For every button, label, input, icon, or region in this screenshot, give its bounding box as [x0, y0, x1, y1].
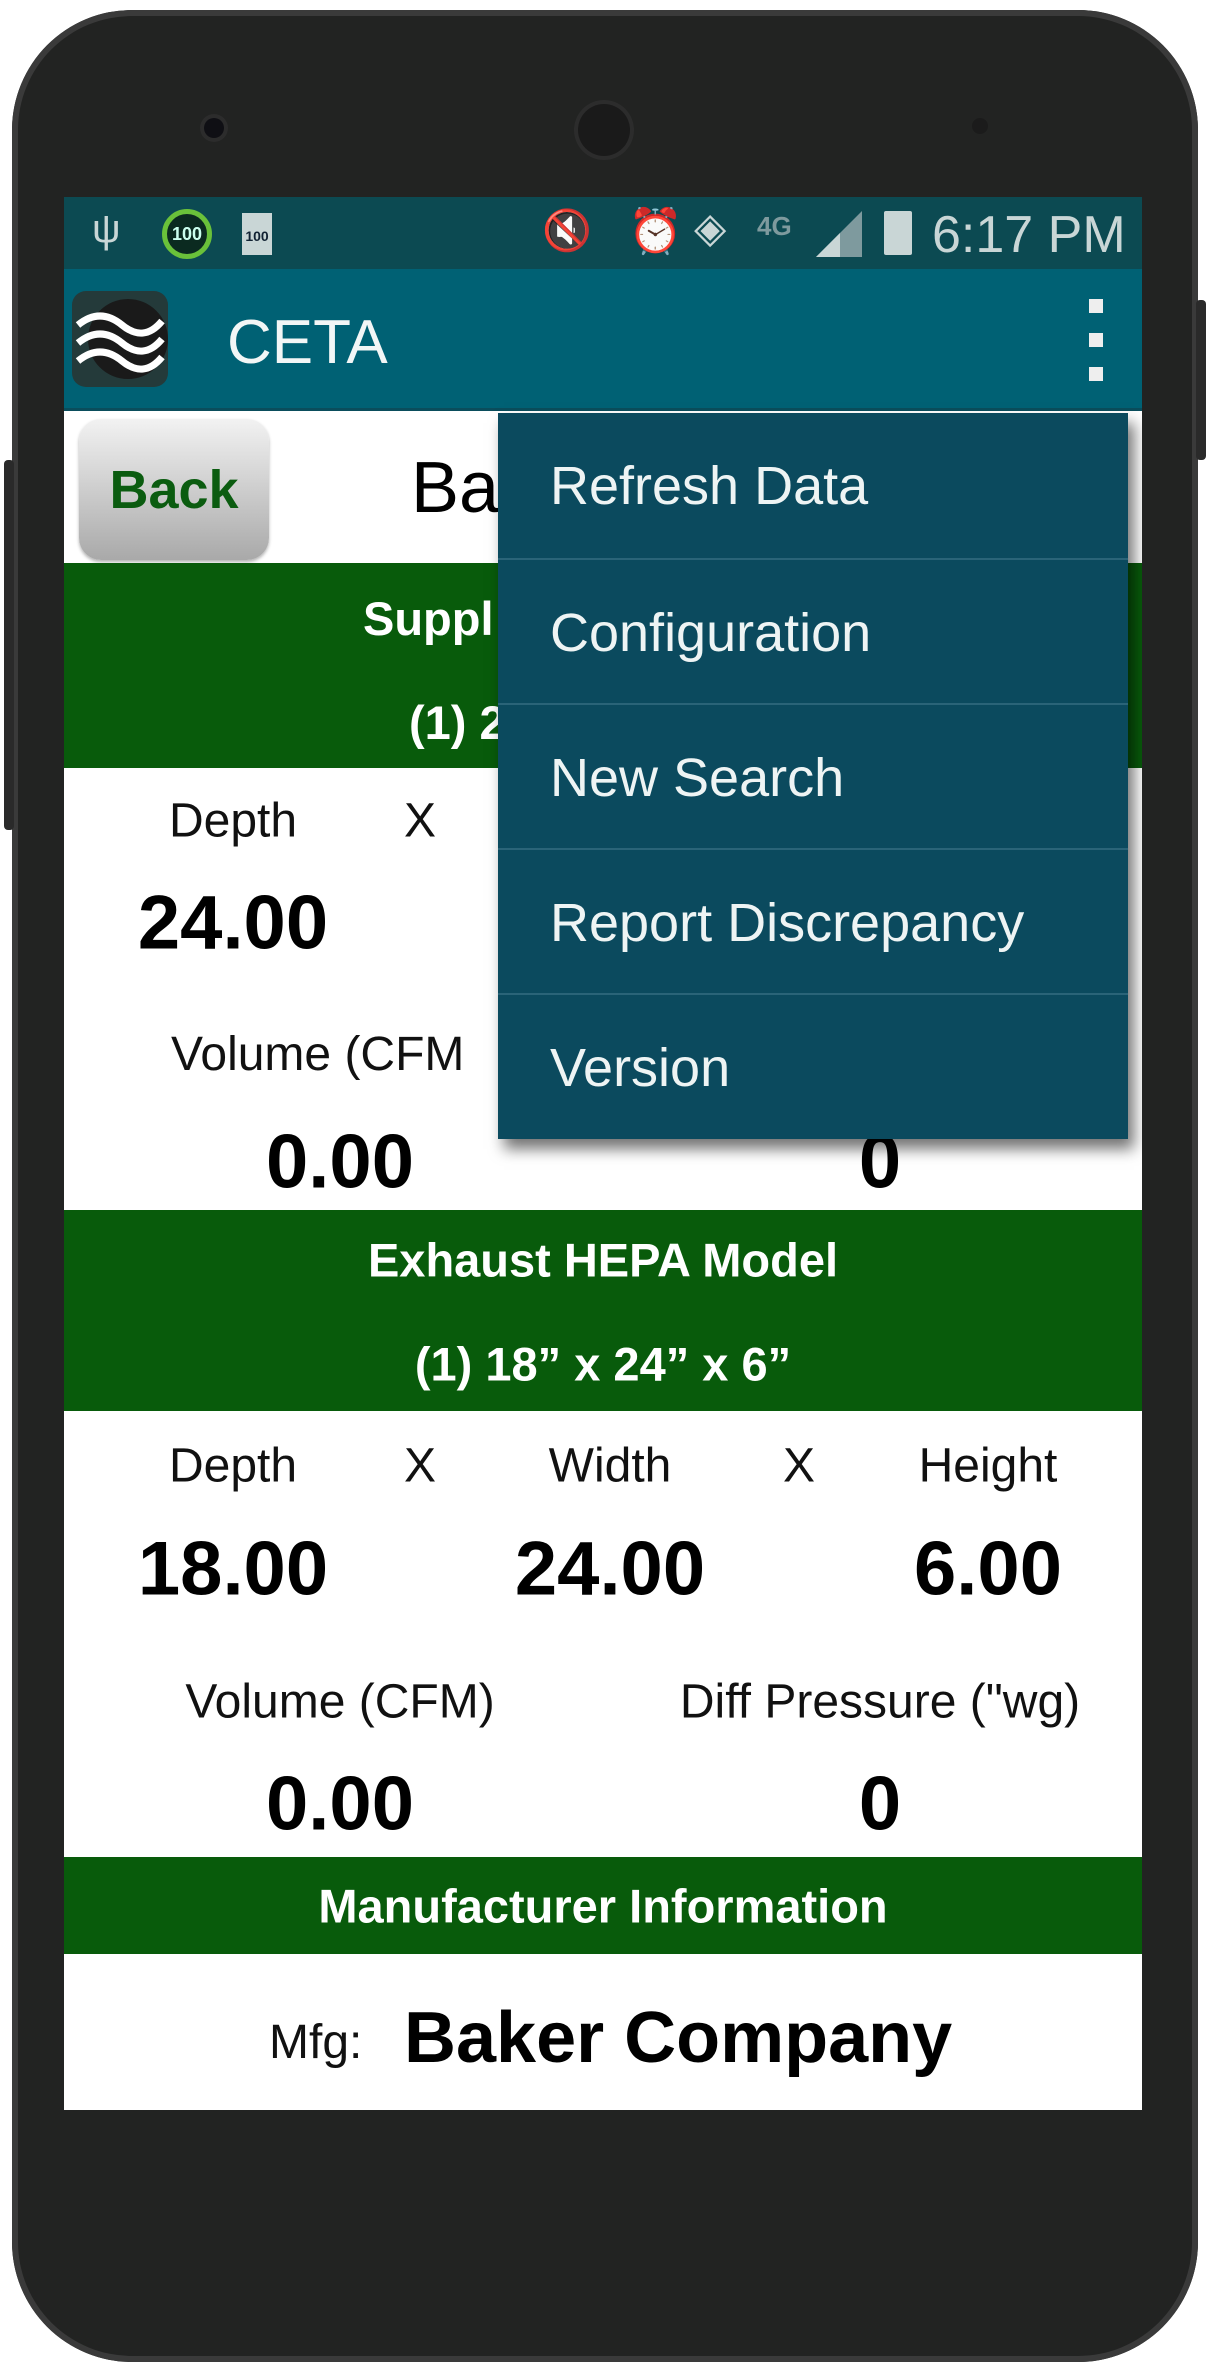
exhaust-x-separator: X — [403, 1439, 437, 1493]
alarm-icon: ⏰ — [628, 207, 683, 256]
menu-item-version[interactable]: Version — [498, 993, 1128, 1140]
battery-widget-icon: 100 — [242, 213, 272, 255]
supply-volume-value: 0.00 — [266, 1119, 414, 1205]
mfg-value: Baker Company — [404, 1998, 953, 2078]
menu-item-label: Configuration — [550, 602, 872, 663]
app-logo — [72, 291, 168, 387]
battery-saver-icon: 100 — [162, 209, 212, 259]
supply-depth-value: 24.00 — [137, 880, 329, 966]
battery-icon — [884, 211, 912, 255]
waves-logo-icon — [75, 299, 168, 379]
usb-icon: ψ — [92, 207, 121, 251]
front-camera — [204, 118, 224, 138]
menu-item-report-discrepancy[interactable]: Report Discrepancy — [498, 848, 1128, 995]
exhaust-x-separator: X — [782, 1439, 816, 1493]
supply-x-separator: X — [403, 794, 437, 848]
menu-item-label: Report Discrepancy — [550, 892, 1025, 953]
menu-item-label: Refresh Data — [550, 455, 869, 516]
back-button[interactable]: Back — [79, 419, 269, 560]
menu-item-configuration[interactable]: Configuration — [498, 558, 1128, 705]
supply-title: Suppl — [363, 592, 494, 645]
network-4g-icon: 4G — [757, 211, 792, 241]
exhaust-width-value: 24.00 — [514, 1526, 706, 1612]
exhaust-depth-label: Depth — [168, 1439, 298, 1493]
exhaust-height-value: 6.00 — [914, 1526, 1062, 1612]
supply-volume-label: Volume (CFM — [171, 1028, 465, 1081]
supply-depth-label: Depth — [168, 794, 298, 848]
screen: ψ 100 100 🔇 ⏰ ◈ 4G 6:17 PM CETA Back Ba … — [64, 197, 1142, 2110]
exhaust-height-label: Height — [918, 1439, 1058, 1493]
exhaust-volume-label: Volume (CFM) — [185, 1675, 495, 1729]
menu-item-new-search[interactable]: New Search — [498, 703, 1128, 850]
exhaust-title: Exhaust HEPA Model — [367, 1233, 839, 1287]
wifi-icon: ◈ — [694, 204, 727, 251]
signal-icon — [816, 211, 862, 257]
exhaust-pressure-value: 0 — [858, 1761, 902, 1847]
page-title: Ba — [411, 448, 500, 528]
app-bar: CETA — [64, 269, 1142, 411]
exhaust-section-header: Exhaust HEPA Model (1) 18” x 24” x 6” — [64, 1210, 1142, 1411]
more-vertical-icon[interactable] — [1084, 299, 1108, 383]
manufacturer-section-header: Manufacturer Information — [64, 1857, 1142, 1954]
exhaust-model: (1) 18” x 24” x 6” — [414, 1337, 792, 1391]
volume-button — [4, 460, 14, 830]
exhaust-volume-value: 0.00 — [266, 1761, 414, 1847]
app-title: CETA — [227, 308, 388, 377]
status-time: 6:17 PM — [932, 206, 1126, 264]
power-button — [1196, 300, 1206, 460]
exhaust-pressure-label: Diff Pressure ("wg) — [679, 1675, 1081, 1729]
exhaust-depth-value: 18.00 — [137, 1526, 329, 1612]
status-bar: ψ 100 100 🔇 ⏰ ◈ 4G 6:17 PM — [64, 197, 1142, 269]
mute-vibrate-icon: 🔇 — [542, 209, 592, 253]
overflow-menu: Refresh Data Configuration New Search Re… — [498, 413, 1128, 1139]
menu-item-label: Version — [550, 1037, 731, 1098]
proximity-sensor — [972, 118, 988, 134]
manufacturer-title: Manufacturer Information — [318, 1879, 888, 1933]
back-label: Back — [109, 459, 239, 520]
supply-model: (1) 2 — [409, 696, 506, 749]
earpiece-speaker — [578, 104, 630, 156]
menu-item-label: New Search — [550, 747, 845, 808]
exhaust-width-label: Width — [548, 1439, 672, 1493]
mfg-label: Mfg: — [269, 2016, 363, 2069]
menu-item-refresh-data[interactable]: Refresh Data — [498, 413, 1128, 558]
